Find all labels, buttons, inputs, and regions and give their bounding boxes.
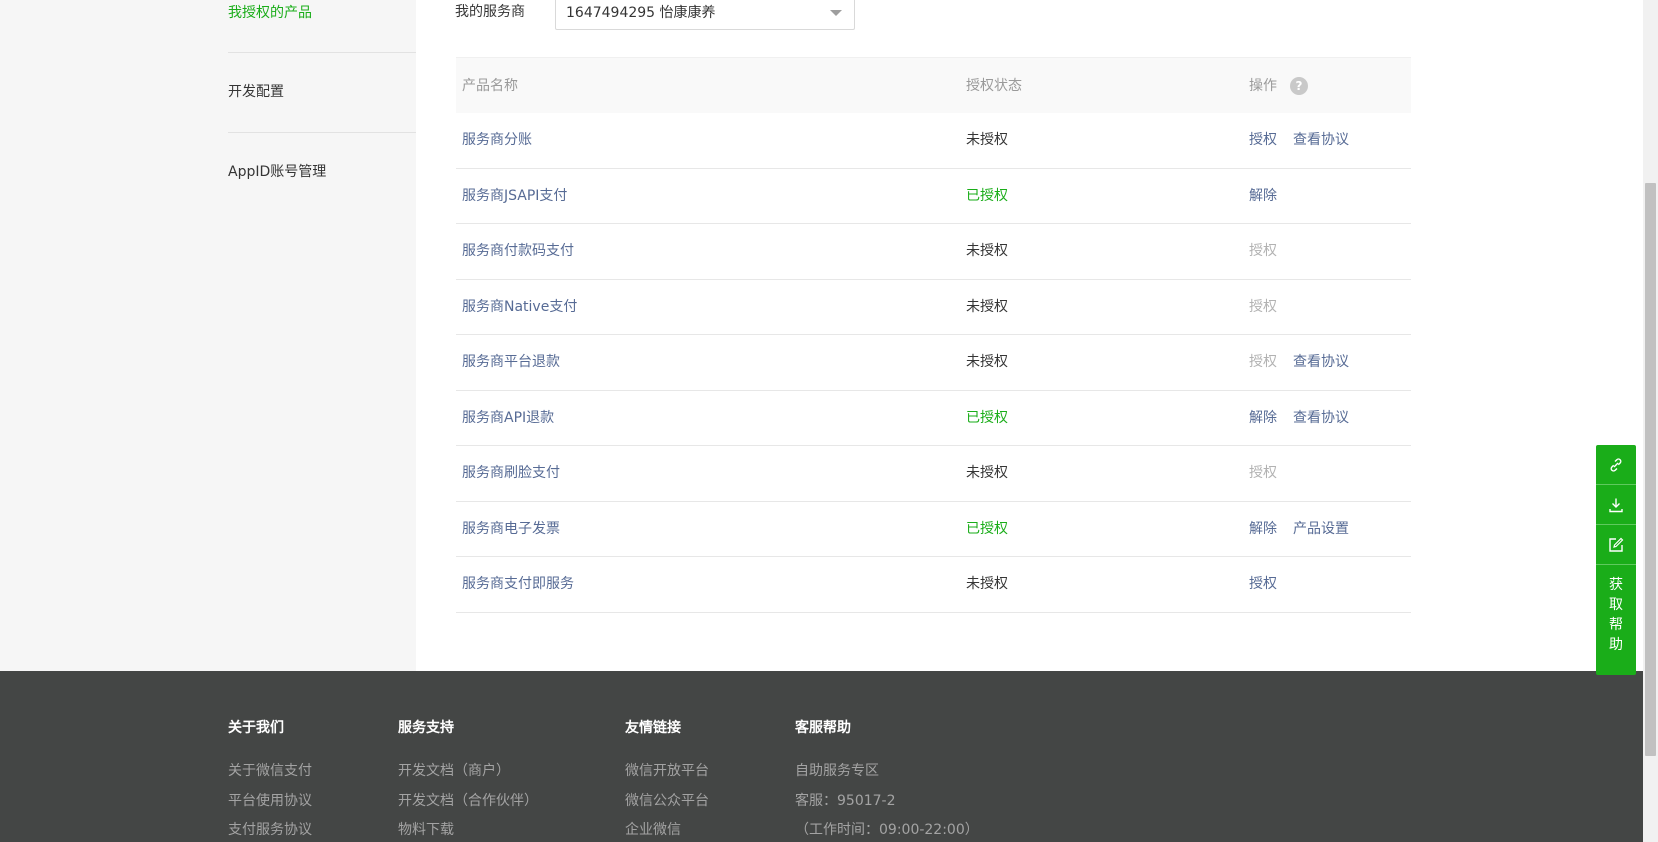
auth-status: 未授权 [966, 576, 1008, 592]
working-hours: （工作时间：09:00-22:00） [795, 822, 979, 838]
product-name-link[interactable]: 服务商电子发票 [462, 520, 560, 538]
customer-service-phone: 客服：95017-2 [795, 793, 896, 809]
header-operation: 操作 [1249, 78, 1277, 94]
footer-link[interactable]: 微信公众平台 [625, 790, 709, 810]
get-help-char: 取 [1609, 597, 1623, 613]
authorize-button-disabled: 授权 [1249, 465, 1277, 481]
sidebar-item-authorized-products[interactable]: 我授权的产品 [228, 3, 416, 23]
floating-toolbar: 获 取 帮 助 [1596, 445, 1636, 675]
table-header: 产品名称 授权状态 操作 ? [456, 57, 1411, 113]
chevron-down-icon [830, 10, 842, 16]
authorize-button[interactable]: 授权 [1249, 575, 1277, 593]
auth-status: 已授权 [966, 409, 1008, 426]
footer-link[interactable]: 企业微信 [625, 819, 681, 839]
product-name-link[interactable]: 服务商平台退款 [462, 353, 560, 371]
edit-icon [1609, 537, 1624, 552]
header-product-name: 产品名称 [462, 78, 518, 94]
footer-title-help: 客服帮助 [795, 720, 851, 736]
sidebar-item-dev-config[interactable]: 开发配置 [228, 82, 416, 102]
auth-status: 未授权 [966, 298, 1008, 315]
product-name-link[interactable]: 服务商Native支付 [462, 298, 577, 316]
auth-status: 未授权 [966, 132, 1008, 148]
header-auth-status: 授权状态 [966, 78, 1022, 94]
feedback-button[interactable] [1596, 525, 1636, 565]
auth-status: 未授权 [966, 243, 1008, 259]
table-row: 服务商Native支付 未授权 授权 [456, 280, 1411, 335]
footer-link[interactable]: 关于微信支付 [228, 760, 312, 780]
link-button[interactable] [1596, 445, 1636, 485]
product-name-link[interactable]: 服务商分账 [462, 131, 532, 149]
footer-link[interactable]: 自助服务专区 [795, 760, 879, 780]
sidebar-divider [228, 132, 416, 133]
footer-title-about: 关于我们 [228, 720, 284, 736]
table-row: 服务商刷脸支付 未授权 授权 [456, 446, 1411, 502]
product-name-link[interactable]: 服务商刷脸支付 [462, 464, 560, 482]
product-name-link[interactable]: 服务商付款码支付 [462, 242, 574, 260]
authorize-button[interactable]: 授权 [1249, 131, 1277, 149]
download-button[interactable] [1596, 485, 1636, 525]
auth-status: 已授权 [966, 187, 1008, 204]
sidebar-item-appid-management[interactable]: AppID账号管理 [228, 162, 416, 182]
service-provider-select-value: 1647494295 怡康康养 [566, 5, 716, 21]
revoke-button[interactable]: 解除 [1249, 409, 1277, 427]
view-agreement-link[interactable]: 查看协议 [1293, 131, 1349, 149]
help-icon[interactable]: ? [1290, 77, 1308, 95]
product-name-link[interactable]: 服务商JSAPI支付 [462, 187, 567, 205]
service-provider-select[interactable]: 1647494295 怡康康养 [555, 0, 855, 30]
footer-link[interactable]: 支付服务协议 [228, 819, 312, 839]
table-row: 服务商平台退款 未授权 授权 查看协议 [456, 335, 1411, 391]
footer-link[interactable]: 微信开放平台 [625, 760, 709, 780]
footer-link[interactable]: 开发文档（商户） [398, 760, 510, 780]
authorize-button-disabled: 授权 [1249, 243, 1277, 259]
table-row: 服务商电子发票 已授权 解除 产品设置 [456, 502, 1411, 557]
product-settings-link[interactable]: 产品设置 [1293, 520, 1349, 538]
footer: 关于我们 关于微信支付 平台使用协议 支付服务协议 服务支持 开发文档（商户） … [0, 671, 1643, 842]
footer-link[interactable]: 平台使用协议 [228, 790, 312, 810]
sidebar-divider [228, 52, 416, 53]
footer-title-support: 服务支持 [398, 720, 454, 736]
link-icon [1610, 458, 1622, 472]
revoke-button[interactable]: 解除 [1249, 520, 1277, 538]
products-table: 产品名称 授权状态 操作 ? 服务商分账 未授权 授权 查看协议 服务商JSAP… [456, 57, 1411, 613]
view-agreement-link[interactable]: 查看协议 [1293, 409, 1349, 427]
table-row: 服务商付款码支付 未授权 授权 [456, 224, 1411, 280]
auth-status: 未授权 [966, 354, 1008, 370]
get-help-button[interactable]: 获 取 帮 助 [1596, 575, 1636, 675]
footer-link[interactable]: 物料下载 [398, 819, 454, 839]
table-row: 服务商JSAPI支付 已授权 解除 [456, 169, 1411, 224]
table-row: 服务商API退款 已授权 解除 查看协议 [456, 391, 1411, 446]
table-row: 服务商分账 未授权 授权 查看协议 [456, 113, 1411, 169]
download-icon [1609, 498, 1623, 513]
get-help-char: 获 [1609, 577, 1623, 593]
product-name-link[interactable]: 服务商支付即服务 [462, 575, 574, 593]
service-provider-label: 我的服务商 [455, 4, 525, 20]
authorize-button-disabled: 授权 [1249, 298, 1277, 315]
footer-title-links: 友情链接 [625, 720, 681, 736]
auth-status: 未授权 [966, 465, 1008, 481]
product-name-link[interactable]: 服务商API退款 [462, 409, 554, 427]
view-agreement-link[interactable]: 查看协议 [1293, 353, 1349, 371]
revoke-button[interactable]: 解除 [1249, 187, 1277, 205]
footer-link[interactable]: 开发文档（合作伙伴） [398, 790, 538, 810]
get-help-char: 助 [1609, 637, 1623, 653]
auth-status: 已授权 [966, 520, 1008, 537]
get-help-char: 帮 [1609, 617, 1623, 633]
authorize-button-disabled: 授权 [1249, 354, 1277, 370]
table-row: 服务商支付即服务 未授权 授权 [456, 557, 1411, 613]
scrollbar-thumb[interactable] [1645, 183, 1656, 756]
